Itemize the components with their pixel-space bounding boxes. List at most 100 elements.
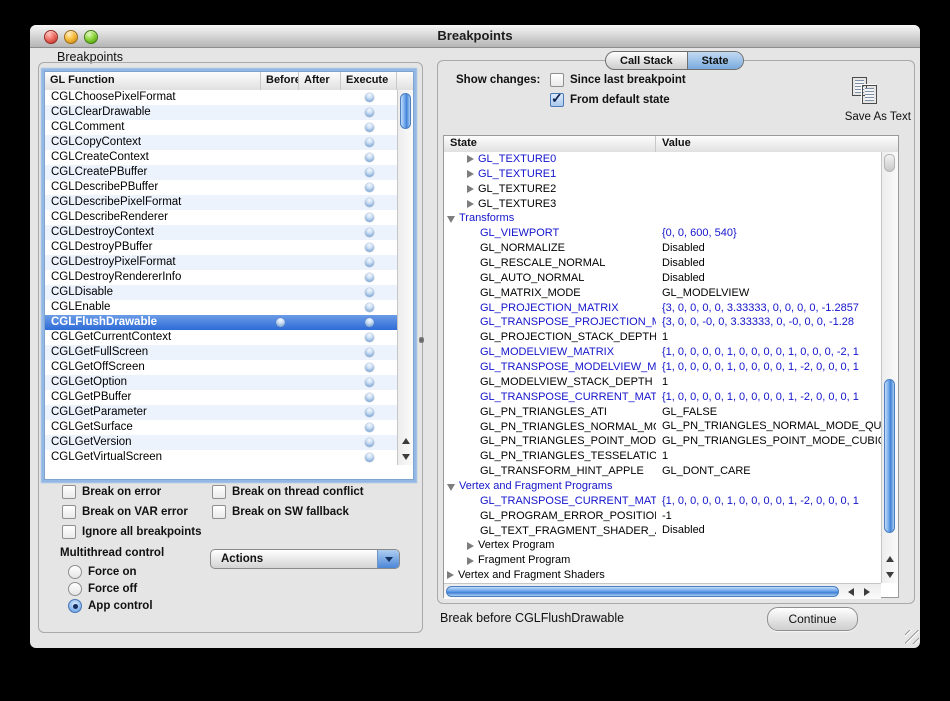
- execute-breakpoint-icon[interactable]: [365, 408, 374, 417]
- execute-breakpoint-icon[interactable]: [365, 423, 374, 432]
- before-cell[interactable]: [261, 390, 299, 405]
- after-cell[interactable]: [299, 390, 341, 405]
- execute-cell[interactable]: [341, 225, 397, 240]
- execute-cell[interactable]: [341, 240, 397, 255]
- execute-breakpoint-icon[interactable]: [365, 333, 374, 342]
- state-row[interactable]: GL_PN_TRIANGLES_NORMAL_MODGL_PN_TRIANGLE…: [444, 419, 881, 434]
- actions-popup-button[interactable]: Actions: [210, 549, 400, 569]
- after-cell[interactable]: [299, 300, 341, 315]
- column-header-before[interactable]: Before: [261, 72, 299, 90]
- ignore-all-breakpoints-checkbox[interactable]: Ignore all breakpoints: [62, 525, 202, 539]
- before-breakpoint-icon[interactable]: [276, 318, 285, 327]
- state-horizontal-scrollbar[interactable]: [444, 583, 881, 599]
- gl-function-row[interactable]: CGLGetSurface: [45, 420, 397, 435]
- after-cell[interactable]: [299, 345, 341, 360]
- before-cell[interactable]: [261, 375, 299, 390]
- execute-cell[interactable]: [341, 330, 397, 345]
- gl-function-row[interactable]: CGLCopyContext: [45, 135, 397, 150]
- scrollbar-thumb[interactable]: [446, 586, 839, 597]
- execute-cell[interactable]: [341, 180, 397, 195]
- gl-function-row[interactable]: CGLComment: [45, 120, 397, 135]
- execute-breakpoint-icon[interactable]: [365, 228, 374, 237]
- state-row[interactable]: Vertex Program: [444, 538, 881, 553]
- force-on-radio[interactable]: Force on: [68, 565, 137, 579]
- before-cell[interactable]: [261, 300, 299, 315]
- after-cell[interactable]: [299, 375, 341, 390]
- execute-cell[interactable]: [341, 300, 397, 315]
- gl-function-row[interactable]: CGLGetFullScreen: [45, 345, 397, 360]
- gl-function-row[interactable]: CGLGetVersion: [45, 435, 397, 450]
- scroll-up-button[interactable]: [882, 551, 898, 567]
- after-cell[interactable]: [299, 150, 341, 165]
- state-row[interactable]: Transforms: [444, 211, 881, 226]
- scroll-up-button[interactable]: [398, 433, 414, 449]
- execute-breakpoint-icon[interactable]: [365, 123, 374, 132]
- after-cell[interactable]: [299, 435, 341, 450]
- state-row[interactable]: GL_PROJECTION_MATRIX{3, 0, 0, 0, 0, 3.33…: [444, 301, 881, 316]
- execute-breakpoint-icon[interactable]: [365, 138, 374, 147]
- break-on-var-error-checkbox[interactable]: Break on VAR error: [62, 505, 188, 519]
- gl-function-row[interactable]: CGLGetOption: [45, 375, 397, 390]
- gl-function-row[interactable]: CGLDescribePBuffer: [45, 180, 397, 195]
- before-cell[interactable]: [261, 450, 299, 465]
- execute-breakpoint-icon[interactable]: [365, 243, 374, 252]
- state-row[interactable]: GL_TRANSPOSE_MODELVIEW_MAT{1, 0, 0, 0, 0…: [444, 360, 881, 375]
- state-row[interactable]: GL_PN_TRIANGLES_TESSELATION_1: [444, 449, 881, 464]
- gl-function-row[interactable]: CGLDestroyPixelFormat: [45, 255, 397, 270]
- before-cell[interactable]: [261, 285, 299, 300]
- state-row[interactable]: GL_MODELVIEW_STACK_DEPTH1: [444, 375, 881, 390]
- disclosure-collapsed-icon[interactable]: [467, 170, 474, 178]
- before-cell[interactable]: [261, 90, 299, 105]
- gl-function-row[interactable]: CGLClearDrawable: [45, 105, 397, 120]
- execute-breakpoint-icon[interactable]: [365, 213, 374, 222]
- state-row[interactable]: GL_PN_TRIANGLES_ATIGL_FALSE: [444, 405, 881, 420]
- execute-breakpoint-icon[interactable]: [365, 303, 374, 312]
- state-row[interactable]: GL_MODELVIEW_MATRIX{1, 0, 0, 0, 0, 1, 0,…: [444, 345, 881, 360]
- gl-function-row[interactable]: CGLDestroyPBuffer: [45, 240, 397, 255]
- before-cell[interactable]: [261, 345, 299, 360]
- execute-cell[interactable]: [341, 195, 397, 210]
- execute-cell[interactable]: [341, 420, 397, 435]
- before-cell[interactable]: [261, 255, 299, 270]
- state-row[interactable]: GL_PROGRAM_ERROR_POSITION_A-1: [444, 509, 881, 524]
- before-cell[interactable]: [261, 210, 299, 225]
- execute-cell[interactable]: [341, 210, 397, 225]
- from-default-state-checkbox[interactable]: From default state: [550, 93, 670, 107]
- gl-function-row[interactable]: CGLDescribeRenderer: [45, 210, 397, 225]
- before-cell[interactable]: [261, 195, 299, 210]
- execute-cell[interactable]: [341, 360, 397, 375]
- execute-breakpoint-icon[interactable]: [365, 318, 374, 327]
- gl-function-row[interactable]: CGLGetVirtualScreen: [45, 450, 397, 465]
- gl-function-row[interactable]: CGLCreateContext: [45, 150, 397, 165]
- execute-cell[interactable]: [341, 405, 397, 420]
- after-cell[interactable]: [299, 135, 341, 150]
- force-off-radio[interactable]: Force off: [68, 582, 137, 596]
- resize-grip[interactable]: [905, 630, 919, 644]
- before-cell[interactable]: [261, 105, 299, 120]
- after-cell[interactable]: [299, 315, 341, 330]
- state-row[interactable]: GL_TRANSPOSE_PROJECTION_MAT{3, 0, 0, -0,…: [444, 315, 881, 330]
- column-header-value[interactable]: Value: [656, 136, 898, 152]
- execute-cell[interactable]: [341, 135, 397, 150]
- after-cell[interactable]: [299, 120, 341, 135]
- before-cell[interactable]: [261, 270, 299, 285]
- gl-function-row[interactable]: CGLEnable: [45, 300, 397, 315]
- execute-cell[interactable]: [341, 450, 397, 465]
- state-vertical-scrollbar[interactable]: [881, 152, 898, 583]
- column-header-state[interactable]: State: [444, 136, 656, 152]
- state-row[interactable]: GL_TEXTURE2: [444, 182, 881, 197]
- save-as-text-button[interactable]: [852, 77, 882, 107]
- execute-breakpoint-icon[interactable]: [365, 258, 374, 267]
- execute-breakpoint-icon[interactable]: [365, 453, 374, 462]
- execute-breakpoint-icon[interactable]: [365, 393, 374, 402]
- after-cell[interactable]: [299, 180, 341, 195]
- app-control-radio[interactable]: App control: [68, 599, 153, 613]
- tab-state[interactable]: State: [687, 52, 743, 69]
- execute-breakpoint-icon[interactable]: [365, 168, 374, 177]
- execute-breakpoint-icon[interactable]: [365, 153, 374, 162]
- titlebar[interactable]: Breakpoints: [30, 25, 920, 48]
- gl-list-vertical-scrollbar[interactable]: [397, 90, 413, 465]
- execute-cell[interactable]: [341, 285, 397, 300]
- execute-cell[interactable]: [341, 90, 397, 105]
- tab-call-stack[interactable]: Call Stack: [606, 52, 687, 69]
